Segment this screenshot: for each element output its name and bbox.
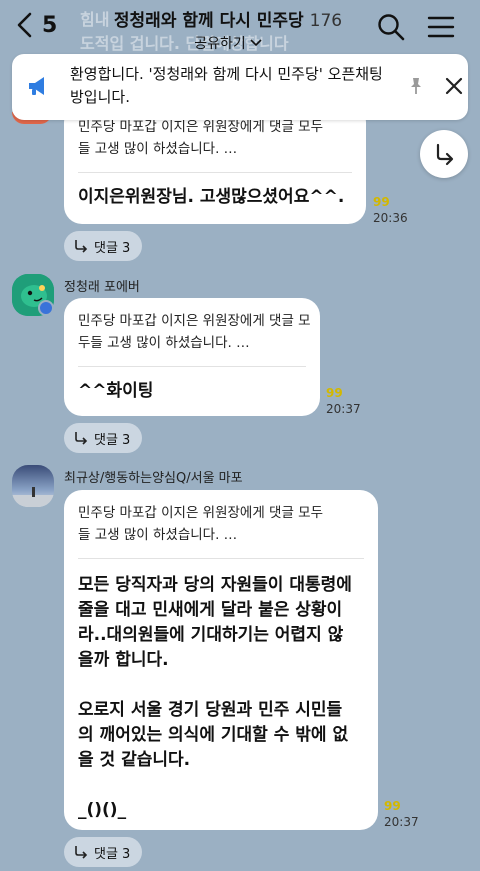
unread-count: 99 — [326, 386, 343, 400]
pin-icon[interactable] — [406, 76, 426, 96]
notice-banner[interactable]: 환영합니다. '정청래와 함께 다시 민주당' 오픈채팅방입니다. — [12, 54, 468, 120]
notice-text: 환영합니다. '정청래와 함께 다시 민주당' 오픈채팅방입니다. — [70, 65, 383, 106]
quoted-message: 민주당 마포갑 이지은 위원장에게 댓글 모두들 고생 많이 하셨습니다. … — [78, 313, 311, 351]
chat-title: 정청래와 함께 다시 민주당 176 — [98, 6, 358, 31]
timestamp: 20:37 — [384, 815, 419, 829]
share-forward-button[interactable] — [420, 130, 468, 178]
crown-badge-icon — [38, 300, 54, 316]
message-bubble[interactable]: 민주당 마포갑 이지은 위원장에게 댓글 모두들 고생 많이 하셨습니다. … … — [64, 298, 320, 416]
sender-name: 정청래 포에버 — [64, 280, 140, 295]
close-icon[interactable] — [444, 76, 464, 96]
message-meta: 99 20:36 — [373, 194, 408, 226]
timestamp: 20:36 — [373, 211, 408, 225]
chevron-down-icon — [250, 39, 262, 47]
chat-title-block[interactable]: 정청래와 함께 다시 민주당 176 공유하기 — [98, 6, 358, 53]
unread-count: 99 — [373, 195, 390, 209]
sender-name: 최규상/행동하는양심Q/서울 마포 — [64, 471, 243, 486]
chat-title-text: 정청래와 함께 다시 민주당 — [113, 11, 304, 31]
comment-arrow-icon — [75, 240, 88, 253]
member-count: 176 — [309, 11, 343, 31]
quoted-message: 민주당 마포갑 이지은 위원장에게 댓글 모두들 고생 많이 하셨습니다. … — [78, 505, 324, 543]
timestamp: 20:37 — [326, 402, 361, 416]
reply-count: 댓글 3 — [94, 846, 131, 862]
photo-avatar-icon — [12, 465, 54, 507]
unread-count: 99 — [384, 799, 401, 813]
message-bubble[interactable]: 민주당 마포갑 이지은 위원장에게 댓글 모두들 고생 많이 하셨습니다. … … — [64, 104, 366, 224]
message-text: ^^화이팅 — [78, 381, 154, 401]
comment-arrow-icon — [75, 846, 88, 859]
message-bubble[interactable]: 민주당 마포갑 이지은 위원장에게 댓글 모두들 고생 많이 하셨습니다. … … — [64, 490, 378, 830]
search-icon[interactable] — [376, 12, 406, 42]
avatar[interactable] — [12, 465, 54, 507]
reply-count: 댓글 3 — [94, 432, 131, 448]
share-button[interactable]: 공유하기 — [194, 33, 262, 53]
megaphone-icon — [29, 77, 44, 95]
message-text: 모든 당직자과 당의 자원들이 대통령에 줄을 대고 민새에게 달라 붙은 상황… — [78, 575, 352, 820]
back-arrow-icon — [17, 12, 32, 38]
reply-arrow-icon — [436, 143, 454, 166]
divider — [78, 366, 306, 367]
message-text: 이지은위원장님. 고생많으셨어요^^. — [78, 187, 345, 207]
thread-reply-button[interactable]: 댓글 3 — [64, 231, 143, 261]
back-button[interactable]: 5 — [16, 8, 57, 42]
divider — [78, 558, 364, 559]
menu-icon[interactable] — [426, 12, 456, 42]
message-meta: 99 20:37 — [326, 385, 361, 417]
divider — [78, 172, 352, 173]
message-meta: 99 20:37 — [384, 798, 419, 830]
unread-chat-count: 5 — [42, 12, 58, 38]
reply-count: 댓글 3 — [94, 240, 131, 256]
comment-arrow-icon — [75, 432, 88, 445]
thread-reply-button[interactable]: 댓글 3 — [64, 837, 143, 867]
quoted-message: 민주당 마포갑 이지은 위원장에게 댓글 모두들 고생 많이 하셨습니다. … — [78, 119, 324, 157]
share-label: 공유하기 — [194, 36, 246, 52]
top-bar: 힘내 도적입 겁니다. 단결예상합니다 5 정청래와 함께 다시 민주당 176… — [0, 0, 480, 56]
thread-reply-button[interactable]: 댓글 3 — [64, 423, 143, 453]
